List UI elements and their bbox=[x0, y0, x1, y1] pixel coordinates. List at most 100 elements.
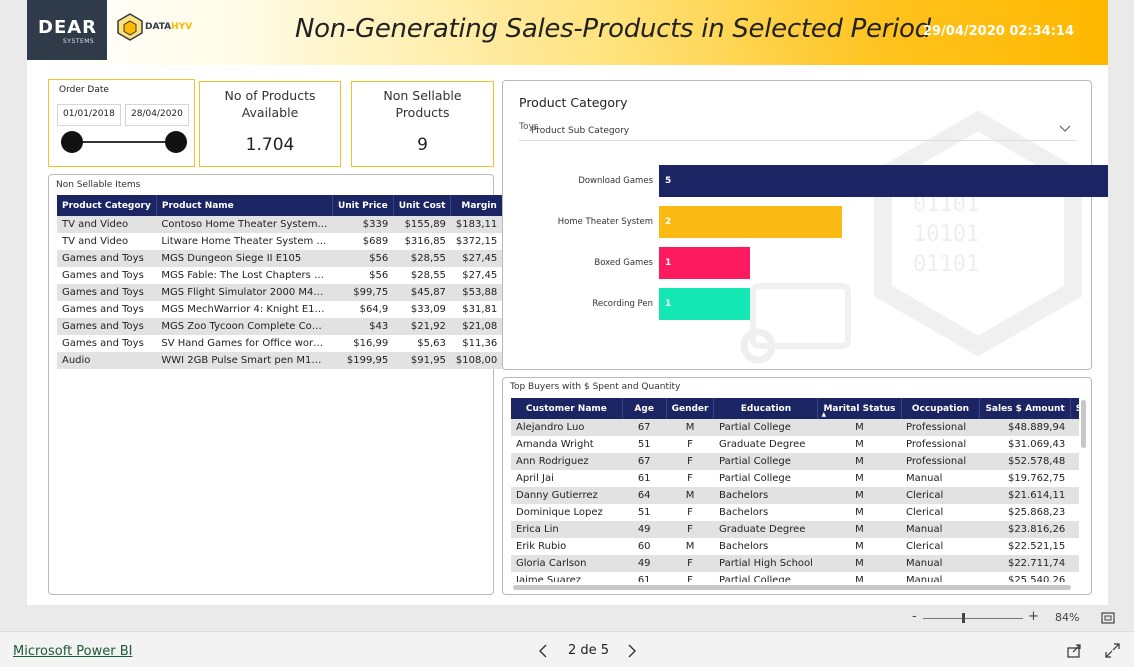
table-cell: M bbox=[817, 487, 902, 504]
non-sellable-products-card: Non Sellable Products 9 bbox=[351, 81, 494, 167]
table-row[interactable]: Alejandro Luo 67 M Partial College M Professi… bbox=[511, 419, 1079, 436]
order-date-slicer[interactable]: Order Date 01/01/2018 28/04/2020 bbox=[48, 79, 195, 167]
hexagon-icon bbox=[117, 13, 143, 41]
table-cell: MGS Flight Simulator 2000 M4… bbox=[156, 284, 333, 301]
table-cell: Manual bbox=[901, 555, 980, 572]
table-title: Top Buyers with $ Spent and Quantity bbox=[510, 382, 681, 392]
table-cell: M bbox=[817, 504, 902, 521]
bar[interactable]: 2 bbox=[659, 206, 842, 238]
start-date-handle[interactable] bbox=[61, 131, 83, 153]
fit-to-page-icon[interactable] bbox=[1101, 612, 1115, 624]
table-row[interactable]: Danny Gutierrez 64 M Bachelors M Clerical $21.… bbox=[511, 487, 1079, 504]
column-header[interactable]: Product Category bbox=[57, 195, 157, 216]
date-range-track[interactable] bbox=[71, 141, 177, 143]
table-cell bbox=[1070, 453, 1079, 470]
table-row[interactable]: Erik Rubio 60 M Bachelors M Clerical $22.521,1… bbox=[511, 538, 1079, 555]
table-row[interactable]: Gloria Carlson 49 F Partial High School M Man… bbox=[511, 555, 1079, 572]
table-row[interactable]: Games and Toys MGS Fable: The Lost Chapte… bbox=[57, 267, 503, 284]
column-header[interactable]: Education bbox=[713, 398, 819, 419]
table-cell: $689 bbox=[332, 233, 394, 250]
table-cell: Professional bbox=[901, 419, 980, 436]
table-cell: $21,92 bbox=[393, 318, 451, 335]
table-cell: $339 bbox=[332, 216, 394, 233]
partner-logo-text: DATAHYV bbox=[145, 22, 193, 32]
column-header[interactable]: Product Name bbox=[156, 195, 333, 216]
logo-subtext: SYSTEMS bbox=[63, 38, 95, 45]
table-row[interactable]: April Jai 61 F Partial College M Manual $19.76… bbox=[511, 470, 1079, 487]
table-cell: $31.069,43 bbox=[979, 436, 1071, 453]
table-cell: Graduate Degree bbox=[713, 436, 818, 453]
table-cell: F bbox=[666, 436, 714, 453]
table-cell: Bachelors bbox=[713, 487, 818, 504]
table-cell: $108,00 bbox=[450, 352, 503, 369]
table-cell: $11,36 bbox=[450, 335, 503, 352]
table-cell bbox=[1070, 419, 1079, 436]
table-row[interactable]: TV and Video Litware Home Theater System … bbox=[57, 233, 503, 250]
column-header[interactable]: Marital Status ▲ bbox=[817, 398, 902, 419]
table-cell bbox=[1070, 504, 1079, 521]
start-date-input[interactable]: 01/01/2018 bbox=[57, 104, 121, 126]
table-cell: TV and Video bbox=[57, 216, 157, 233]
next-page-icon[interactable] bbox=[627, 644, 637, 658]
table-cell: $45,87 bbox=[393, 284, 451, 301]
powerbi-link[interactable]: Microsoft Power BI bbox=[13, 644, 132, 659]
zoom-slider-handle[interactable] bbox=[962, 613, 965, 623]
bar[interactable]: 1 bbox=[659, 247, 751, 279]
page-indicator: 2 de 5 bbox=[568, 643, 610, 658]
bar[interactable]: 1 bbox=[659, 288, 751, 320]
table-row[interactable]: Games and Toys MGS MechWarrior 4: Knight … bbox=[57, 301, 503, 318]
vertical-scrollbar[interactable] bbox=[1081, 400, 1086, 448]
table-row[interactable]: Amanda Wright 51 F Graduate Degree M Professi… bbox=[511, 436, 1079, 453]
table-row[interactable]: Games and Toys SV Hand Games for Office w… bbox=[57, 335, 503, 352]
table-cell: MGS Fable: The Lost Chapters … bbox=[156, 267, 333, 284]
table-cell: Audio bbox=[57, 352, 157, 369]
column-header[interactable]: Customer Name bbox=[511, 398, 623, 419]
column-header[interactable]: Margin bbox=[450, 195, 503, 216]
page-title: Non-Generating Sales-Products in Selecte… bbox=[295, 14, 931, 44]
table-cell: $27,45 bbox=[450, 267, 503, 284]
report-header: DEAR SYSTEMS DATAHYV Non-Generating Sale… bbox=[27, 0, 1108, 65]
bar-data-label: 1 bbox=[665, 299, 672, 309]
kpi-caption: Non Sellable Products bbox=[383, 88, 462, 120]
column-header[interactable]: Sa bbox=[1070, 398, 1079, 419]
table-cell: Manual bbox=[901, 521, 980, 538]
buyers-table-viewport[interactable]: Customer Name Age Gender Education Marit… bbox=[511, 398, 1079, 582]
table-cell: F bbox=[666, 470, 714, 487]
column-header[interactable]: Occupation bbox=[901, 398, 981, 419]
table-row[interactable]: Games and Toys MGS Dungeon Siege II E105 $… bbox=[57, 250, 503, 267]
end-date-input[interactable]: 28/04/2020 bbox=[125, 104, 189, 126]
zoom-out-button[interactable]: - bbox=[912, 609, 917, 624]
column-header[interactable]: Gender bbox=[666, 398, 715, 419]
end-date-handle[interactable] bbox=[165, 131, 187, 153]
table-row[interactable]: Games and Toys MGS Flight Simulator 2000 … bbox=[57, 284, 503, 301]
report-canvas: DEAR SYSTEMS DATAHYV Non-Generating Sale… bbox=[27, 0, 1108, 605]
datahyv-logo: DATAHYV bbox=[115, 12, 205, 42]
zoom-slider[interactable] bbox=[923, 618, 1023, 619]
table-cell: 64 bbox=[622, 487, 667, 504]
horizontal-scrollbar[interactable] bbox=[513, 585, 1071, 590]
table-cell: $16,99 bbox=[332, 335, 394, 352]
table-cell: $64,9 bbox=[332, 301, 394, 318]
zoom-in-button[interactable]: + bbox=[1028, 609, 1039, 624]
bar[interactable]: 5 bbox=[659, 165, 1108, 197]
table-row[interactable]: Games and Toys MGS Zoo Tycoon Complete Co… bbox=[57, 318, 503, 335]
table-row[interactable]: Ann Rodriguez 67 F Partial College M Professi… bbox=[511, 453, 1079, 470]
table-cell: $33,09 bbox=[393, 301, 451, 318]
table-row[interactable]: Erica Lin 49 F Graduate Degree M Manual $23.81… bbox=[511, 521, 1079, 538]
top-buyers-table: Customer Name Age Gender Education Marit… bbox=[511, 398, 1079, 582]
table-cell: M bbox=[817, 419, 902, 436]
column-header[interactable]: Age bbox=[622, 398, 667, 419]
table-row[interactable]: TV and Video Contoso Home Theater System…… bbox=[57, 216, 503, 233]
column-header[interactable]: Unit Cost bbox=[393, 195, 452, 216]
previous-page-icon[interactable] bbox=[538, 644, 548, 658]
slicer-label: Order Date bbox=[59, 85, 109, 95]
table-cell bbox=[1070, 436, 1079, 453]
share-icon[interactable] bbox=[1067, 643, 1082, 658]
column-header[interactable]: Sales $ Amount bbox=[979, 398, 1071, 419]
table-row[interactable]: Audio WWI 2GB Pulse Smart pen M1… $199,95 $… bbox=[57, 352, 503, 369]
table-cell: Manual bbox=[901, 572, 980, 582]
table-row[interactable]: Dominique Lopez 51 F Bachelors M Clerical $25.… bbox=[511, 504, 1079, 521]
table-row[interactable]: Jaime Suarez 61 F Partial College M Manual $25… bbox=[511, 572, 1079, 582]
column-header[interactable]: Unit Price bbox=[332, 195, 394, 216]
fullscreen-icon[interactable] bbox=[1105, 643, 1120, 658]
